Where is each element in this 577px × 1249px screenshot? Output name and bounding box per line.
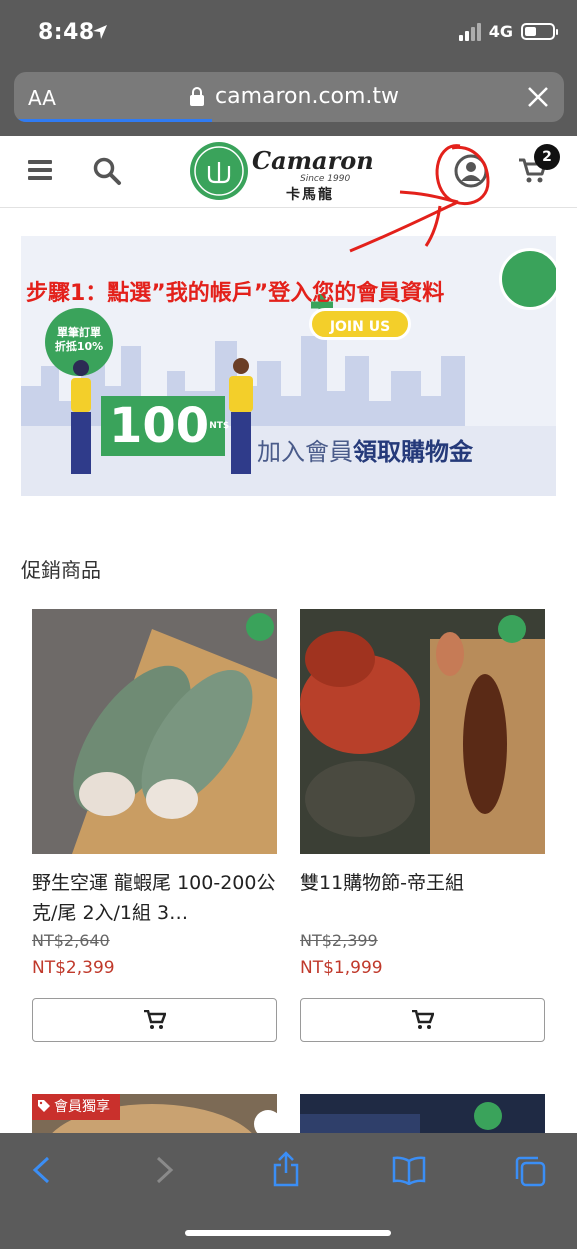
network-type: 4G	[488, 22, 513, 41]
page-load-progress	[14, 119, 212, 122]
reward-amount-card: 100NT$	[101, 396, 229, 456]
member-exclusive-tag: 會員獨享	[32, 1094, 120, 1120]
address-bar[interactable]: AA camaron.com.tw	[14, 72, 564, 122]
browser-top-chrome: 8:48 4G AA camaron.com.tw	[0, 0, 577, 136]
badge-line2: 折抵10%	[54, 340, 104, 353]
battery-icon	[521, 23, 558, 40]
product-name[interactable]: 野生空運 龍蝦尾 100-200公克/尾 2入/1組 3…	[32, 868, 277, 928]
reader-options-button[interactable]: AA	[28, 86, 56, 110]
forward-icon[interactable]	[154, 1155, 176, 1185]
product-old-price: NT$2,399	[300, 931, 378, 950]
cart-icon	[412, 1010, 434, 1029]
reward-amount: 100	[109, 398, 210, 454]
banner-text-prefix: 加入會員	[257, 438, 353, 466]
section-title-promotions: 促銷商品	[21, 558, 101, 582]
logo-chinese: 卡馬龍	[286, 187, 334, 203]
aa-label: AA	[28, 86, 56, 110]
url-display[interactable]: camaron.com.tw	[189, 84, 399, 109]
cart-count-badge[interactable]: 2	[534, 144, 560, 170]
add-to-cart-button[interactable]	[300, 998, 545, 1042]
woman-figure-icon	[71, 360, 91, 474]
location-arrow-icon	[93, 25, 107, 39]
badge-line1: 單筆訂單	[57, 326, 101, 339]
tag-icon	[38, 1100, 50, 1112]
logo-emblem-icon	[190, 142, 248, 200]
join-us-button[interactable]: JOIN US	[309, 308, 411, 340]
product-sale-price: NT$1,999	[300, 958, 383, 978]
annotation-arrow-icon	[349, 144, 490, 253]
annotation-step1: 步驟1：點選”我的帳戶”登入您的會員資料	[26, 281, 445, 306]
reward-currency: NT$	[209, 421, 230, 431]
status-indicators: 4G	[458, 22, 558, 41]
url-text: camaron.com.tw	[215, 84, 400, 109]
product-name[interactable]: 雙11購物節-帝王組	[300, 868, 545, 928]
member-tag-label: 會員獨享	[54, 1099, 110, 1115]
product-image-king-crab-set[interactable]	[300, 609, 545, 854]
cart-icon	[144, 1010, 166, 1029]
banner-headline: 加入會員領取購物金	[257, 432, 473, 467]
lock-icon	[190, 86, 204, 106]
add-to-cart-button[interactable]	[32, 998, 277, 1042]
product-card[interactable]: 野生空運 龍蝦尾 100-200公克/尾 2入/1組 3… NT$2,640 N…	[32, 609, 277, 982]
status-time: 8:48	[38, 20, 95, 45]
back-icon[interactable]	[30, 1155, 52, 1185]
product-image-partial-4[interactable]	[300, 1094, 545, 1134]
share-icon[interactable]	[272, 1151, 300, 1187]
product-old-price: NT$2,640	[32, 931, 110, 950]
banner-text-bold: 領取購物金	[353, 438, 473, 466]
product-sale-price: NT$2,399	[32, 958, 115, 978]
menu-icon[interactable]	[28, 160, 52, 180]
product-card[interactable]: 雙11購物節-帝王組 NT$2,399 NT$1,999	[300, 609, 545, 982]
close-icon[interactable]	[526, 85, 550, 109]
bookmarks-icon[interactable]	[392, 1155, 426, 1185]
search-icon[interactable]	[92, 156, 122, 186]
tabs-icon[interactable]	[514, 1155, 546, 1187]
signal-icon	[458, 22, 481, 41]
product-image-lobster-tail[interactable]	[32, 609, 277, 854]
home-indicator[interactable]	[185, 1230, 391, 1236]
